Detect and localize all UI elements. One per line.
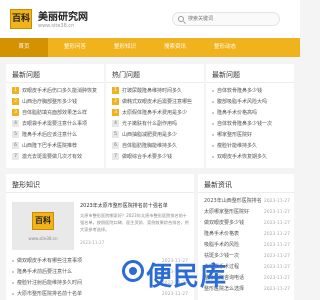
divider [198, 192, 294, 193]
nav-trends[interactable]: 整形动态 [200, 38, 250, 57]
hot-questions-panel: 热门问题 1 打玻尿酸隆鼻维持时间多久 2 做韩式双眼皮术后需要注意哪些 3 太原假体… [106, 64, 204, 168]
bullet-icon [212, 133, 214, 136]
panel-title: 最新问题 [212, 71, 240, 79]
site-logo[interactable]: 百科 [10, 9, 32, 29]
list-item[interactable]: 3 自体脂肪填充面部效果怎么样 [12, 108, 100, 119]
list-item[interactable]: 7 做眼综合手术要多少钱 [112, 152, 200, 163]
thumbnail-url: www.site38.cn [28, 236, 58, 241]
search-box[interactable] [172, 12, 280, 26]
list-item[interactable]: 4 去眼袋手术需要注意什么事项 [12, 119, 100, 130]
site-url: www.site38.cn [38, 23, 75, 29]
list-item[interactable]: 3 太原假体隆鼻手术费用是多少 [112, 108, 200, 119]
search-icon[interactable] [178, 16, 184, 22]
divider [6, 192, 194, 193]
bullet-icon [212, 100, 214, 103]
list-item[interactable]: 自体软骨隆鼻多少钱一次 [212, 119, 290, 130]
divider [6, 82, 104, 83]
latest-questions-list: 1 双眼皮手术后伤口多久能消肿恢复 2 山西治疗胸部整形多少钱 3 自体脂肪填充面部效… [12, 86, 100, 163]
panel-title: 最新问题 [12, 71, 40, 79]
list-item[interactable]: 太原哪家整形医院好 2023-11-27 [204, 207, 290, 218]
feature-summary: 太原市整形医院哪家好？2023年太原市整形医院排名前十强名单，按照医院口碑、医生… [80, 213, 189, 232]
feature-thumbnail[interactable]: 百科 www.site38.cn [12, 202, 74, 250]
list-item[interactable]: 1 打玻尿酸隆鼻维持时间多久 [112, 86, 200, 97]
bullet-icon [12, 292, 14, 295]
list-item[interactable]: 5 隆鼻手术后应该注意什么 [12, 130, 100, 141]
bullet-icon [212, 144, 214, 147]
list-item[interactable]: 腹部吸脂手术风险大吗 [212, 97, 290, 108]
list-item[interactable]: 自体软骨隆鼻多少钱 [212, 86, 290, 97]
bullet-icon [212, 111, 214, 114]
watermark: 便民库 [122, 254, 302, 300]
hot-questions-list: 1 打玻尿酸隆鼻维持时间多久 2 做韩式双眼皮术后需要注意哪些 3 太原假体隆鼻手术费… [112, 86, 200, 163]
list-item[interactable]: 隆鼻手术价格表 2023-11-27 [204, 229, 290, 240]
bullet-icon [12, 259, 14, 262]
divider [206, 82, 294, 83]
list-item[interactable]: 做双眼皮要多少钱 2023-11-27 [204, 218, 290, 229]
list-item[interactable]: 4 光子嫩肤有什么副作用吗 [112, 119, 200, 130]
feature-title[interactable]: 2023年太原市整形医院排名前十强名单 [80, 202, 190, 209]
list-item[interactable]: 吸脂手术的风险 2023-11-27 [204, 240, 290, 251]
search-input[interactable] [188, 13, 276, 25]
list-item[interactable]: 2 做韩式双眼皮术后需要注意哪些 [112, 97, 200, 108]
nav-qa[interactable]: 整形问答 [50, 38, 100, 57]
bullet-icon [12, 270, 14, 273]
list-item[interactable]: 6 山西隆下巴手术医院推荐 [12, 141, 100, 152]
bullet-icon [212, 122, 214, 125]
bullet-icon [212, 89, 214, 92]
watermark-text: 便民库 [146, 262, 228, 292]
latest-questions-panel: 最新问题 1 双眼皮手术后伤口多久能消肿恢复 2 山西治疗胸部整形多少钱 3 自体脂肪… [6, 64, 104, 168]
feature-date: 2023-11-27 [80, 240, 105, 245]
bullet-icon [212, 155, 214, 158]
list-item[interactable]: 哪家整形医院好 [212, 130, 290, 141]
list-item[interactable]: 1 双眼皮手术后伤口多久能消肿恢复 [12, 86, 100, 97]
site-header: 百科 美丽研究网 www.site38.cn [0, 0, 300, 38]
bullet-icon [12, 281, 14, 284]
divider [106, 82, 204, 83]
nav-home[interactable]: 首页 [0, 38, 48, 57]
site-name[interactable]: 美丽研究网 [38, 8, 88, 23]
list-item[interactable]: 2023年山西整形医院排名 2023-11-27 [204, 196, 290, 207]
recent-updates-list: 自体软骨隆鼻多少钱 腹部吸脂手术风险大吗 隆鼻手术价格高吗 自体软骨隆鼻多少钱一… [212, 86, 290, 163]
main-nav: 首页 整形问答 整形知识 搜索资讯 整形动态 [0, 38, 300, 57]
list-item[interactable]: 7 激光去斑需要做几次才有效 [12, 152, 100, 163]
list-item[interactable]: 6 自体脂肪隆胸能维持多久 [112, 141, 200, 152]
nav-knowledge[interactable]: 整形知识 [100, 38, 150, 57]
list-item[interactable]: 2 山西治疗胸部整形多少钱 [12, 97, 100, 108]
nav-news[interactable]: 搜索资讯 [150, 38, 200, 57]
list-item[interactable]: 5 山西抽脂减肥费用是多少 [112, 130, 200, 141]
thumbnail-logo: 百科 [32, 212, 54, 230]
panel-title: 最新资讯 [204, 181, 232, 189]
list-item[interactable]: 隆鼻手术价格高吗 [212, 108, 290, 119]
panel-title: 整形知识 [12, 181, 40, 189]
list-item[interactable]: 双眼皮手术恢复期多久 [212, 152, 290, 163]
watermark-logo-icon [122, 260, 144, 282]
panel-title: 热门问题 [112, 71, 140, 79]
list-item[interactable]: 瘦脸针能维持多久 [212, 141, 290, 152]
recent-updates-panel: 最新问题 自体软骨隆鼻多少钱 腹部吸脂手术风险大吗 隆鼻手术价格高吗 自体软骨隆… [206, 64, 294, 168]
